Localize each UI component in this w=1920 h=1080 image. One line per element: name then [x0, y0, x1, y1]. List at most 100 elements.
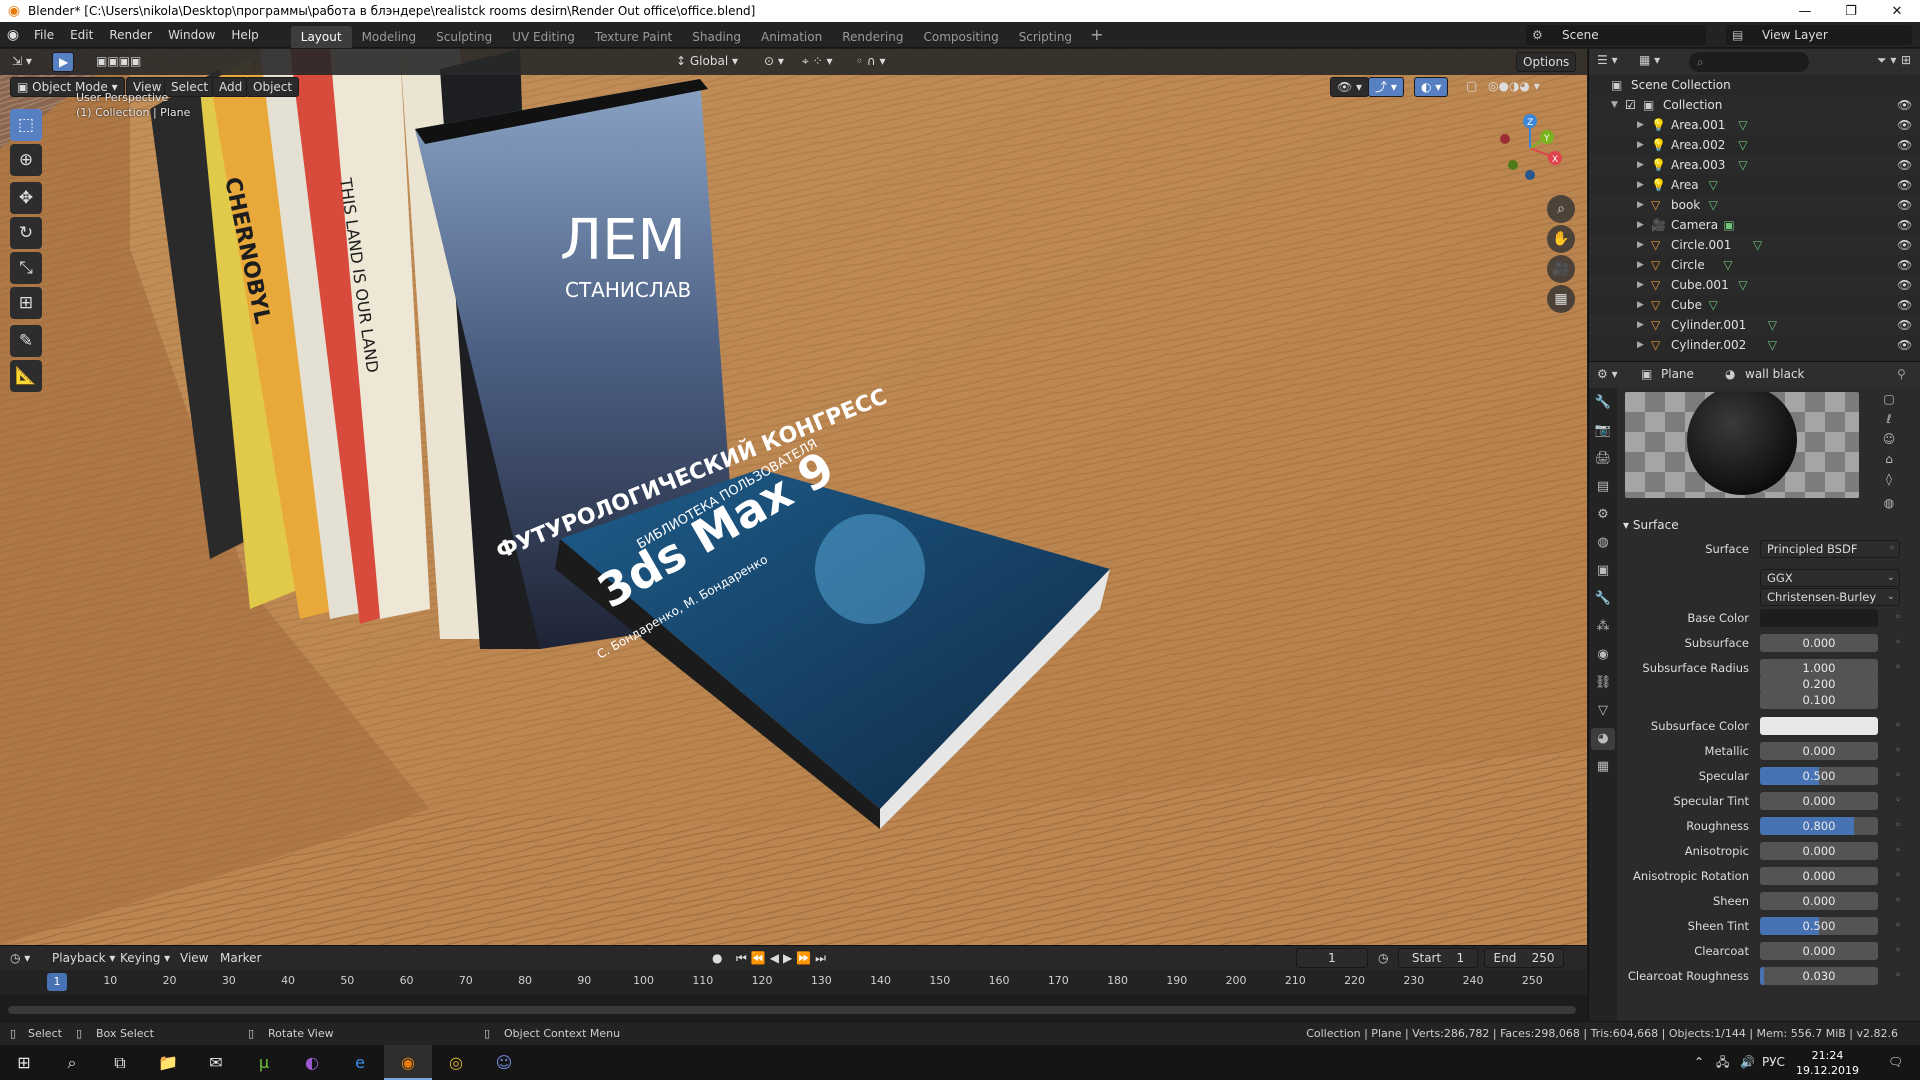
scene-tab-icon[interactable]: ⚙ [1591, 504, 1615, 526]
expand-arrow-icon[interactable]: ▶ [1637, 295, 1644, 315]
preview-world-icon[interactable]: ◍ [1865, 496, 1913, 514]
data-tab-icon[interactable]: ▽ [1591, 700, 1615, 722]
view-layer-selector[interactable]: ▤ View Layer [1726, 25, 1912, 45]
keyframe-dot-icon[interactable]: ◦ [1895, 895, 1901, 906]
expand-arrow-icon[interactable]: ▶ [1637, 275, 1644, 295]
menu-select[interactable]: Select [164, 77, 216, 97]
modifier-tab-icon[interactable]: 🔧 [1591, 588, 1615, 610]
workspace-tab-shading[interactable]: Shading [682, 26, 751, 48]
menu-file[interactable]: File [26, 22, 62, 48]
annotate-tool-icon[interactable]: ✎ [10, 325, 42, 357]
move-tool-icon[interactable]: ✥ [10, 182, 42, 214]
material-tab-icon[interactable]: ◕ [1591, 728, 1615, 750]
preview-cloth-icon[interactable]: ⌂ [1865, 452, 1913, 470]
menu-edit[interactable]: Edit [62, 22, 101, 48]
expand-arrow-icon[interactable]: ▶ [1637, 235, 1644, 255]
eye-icon[interactable]: 👁 [1897, 255, 1912, 275]
blender-menu-icon[interactable]: ◉ [0, 27, 26, 43]
overlays-toggle-icon[interactable]: ◐ ▾ [1414, 77, 1449, 97]
value-slider[interactable]: 0.500 [1760, 767, 1878, 785]
preview-flat-icon[interactable]: ▢ [1865, 392, 1913, 410]
maximize-button[interactable]: ❐ [1828, 4, 1874, 19]
keyframe-dot-icon[interactable]: ◦ [1895, 770, 1901, 781]
eye-icon[interactable]: 👁 [1897, 175, 1912, 195]
menu-marker[interactable]: Marker [220, 946, 261, 970]
keyframe-dot-icon[interactable]: ◦ [1895, 820, 1901, 831]
menu-render[interactable]: Render [101, 22, 160, 48]
output-tab-icon[interactable]: 🖨 [1591, 448, 1615, 470]
outliner-object-row[interactable]: ▶ ▽ Circle ▽ 👁 [1589, 255, 1920, 275]
pin-icon[interactable]: ⚲ [1897, 367, 1906, 381]
cursor-tool-icon[interactable]: ⊕ [10, 144, 42, 176]
workspace-tab-layout[interactable]: Layout [290, 25, 352, 48]
keyframe-dot-icon[interactable]: ◦ [1895, 845, 1901, 856]
value-slider[interactable]: 0.100 [1760, 691, 1878, 709]
outliner-collection[interactable]: ▼ ☑ ▣ Collection 👁 [1589, 95, 1920, 115]
edge-browser-icon[interactable]: e [336, 1045, 384, 1080]
current-frame-field[interactable]: 1 [1296, 948, 1368, 968]
outliner-object-row[interactable]: ▶ ▽ book ▽ 👁 [1589, 195, 1920, 215]
color-swatch[interactable] [1760, 717, 1878, 735]
menu-keying[interactable]: Keying ▾ [120, 946, 170, 970]
workspace-tab-compositing[interactable]: Compositing [913, 26, 1008, 48]
keyframe-dot-icon[interactable]: ◦ [1895, 945, 1901, 956]
taskbar-clock[interactable]: 21:24 19.12.2019 [1796, 1048, 1859, 1078]
select-mode-icon[interactable]: ▶ [52, 52, 74, 72]
keyframe-dot-icon[interactable]: ◦ [1895, 612, 1901, 623]
scale-tool-icon[interactable]: ⤡ [10, 252, 42, 284]
filter-icon[interactable]: ⏷ ▾ [1877, 53, 1896, 68]
menu-timeline-view[interactable]: View [180, 946, 208, 970]
workspace-tab-texture-paint[interactable]: Texture Paint [585, 26, 682, 48]
minimize-button[interactable]: — [1782, 4, 1828, 19]
pivot-icon[interactable]: ⊙ ▾ [758, 52, 790, 72]
particles-tab-icon[interactable]: ⁂ [1591, 616, 1615, 638]
eye-icon[interactable]: 👁 [1897, 195, 1912, 215]
windows-start-icon[interactable]: ⊞ [0, 1045, 48, 1080]
collection-expand-icon[interactable]: ▼ [1611, 95, 1618, 115]
current-frame-indicator[interactable]: 1 [47, 973, 67, 991]
keyframe-dot-icon[interactable]: ◦ [1895, 720, 1901, 731]
subsurface-method-dropdown[interactable]: Christensen-Burley ⌄ [1760, 588, 1900, 606]
options-button[interactable]: Options [1516, 52, 1577, 72]
menu-window[interactable]: Window [160, 22, 223, 48]
outliner-object-row[interactable]: ▶ 🎥 Camera ▣ 👁 [1589, 215, 1920, 235]
render-tab-icon[interactable]: 📷 [1591, 420, 1615, 442]
value-slider[interactable]: 0.000 [1760, 942, 1878, 960]
timeline-scrollbar[interactable] [8, 1006, 1576, 1014]
search-icon[interactable]: ⌕ [48, 1045, 96, 1080]
value-slider[interactable]: 0.800 [1760, 817, 1878, 835]
outliner-object-row[interactable]: ▶ ▽ Cube ▽ 👁 [1589, 295, 1920, 315]
eye-icon[interactable]: 👁 [1897, 215, 1912, 235]
keyframe-dot-icon[interactable]: ◦ [1895, 920, 1901, 931]
eye-icon[interactable]: 👁 [1897, 235, 1912, 255]
mail-icon[interactable]: ✉ [192, 1045, 240, 1080]
transform-orientation[interactable]: ↕ Global ▾ [670, 52, 744, 72]
measure-tool-icon[interactable]: 📐 [10, 360, 42, 392]
preview-hair-icon[interactable]: ℓ [1865, 412, 1913, 430]
expand-arrow-icon[interactable]: ▶ [1637, 195, 1644, 215]
utorrent-icon[interactable]: µ [240, 1045, 288, 1080]
frame-ruler[interactable]: 1 10 20 30 40 50 60 70 80 90 100 110 120 130 140 150 160… [0, 970, 1587, 994]
xray-icon[interactable]: ▢ [1460, 77, 1483, 97]
preview-range-icon[interactable]: ◷ [1378, 946, 1388, 970]
selection-modes-icon[interactable]: ▣▣▣▣ [90, 52, 147, 72]
media-player-icon[interactable]: ◐ [288, 1045, 336, 1080]
outliner-scene-collection[interactable]: ▣ Scene Collection [1589, 75, 1920, 95]
eye-icon[interactable]: 👁 [1897, 275, 1912, 295]
value-slider[interactable]: 0.030 [1760, 967, 1878, 985]
chrome-icon[interactable]: ◎ [432, 1045, 480, 1080]
texture-tab-icon[interactable]: ▦ [1591, 756, 1615, 778]
volume-icon[interactable]: 🔊 [1740, 1045, 1755, 1080]
discord-icon[interactable]: ☺ [480, 1045, 528, 1080]
close-button[interactable]: ✕ [1874, 4, 1920, 19]
outliner-object-row[interactable]: ▶ ▽ Circle.001 ▽ 👁 [1589, 235, 1920, 255]
snap-icon[interactable]: ⌖ ⁘ ▾ [796, 52, 838, 72]
task-view-icon[interactable]: ⧉ [96, 1045, 144, 1080]
eye-icon[interactable]: 👁 [1897, 295, 1912, 315]
properties-editor-type-icon[interactable]: ⚙ ▾ [1597, 367, 1618, 381]
ortho-grid-icon[interactable]: ▦ [1547, 285, 1575, 313]
menu-help[interactable]: Help [223, 22, 266, 48]
transform-tool-icon[interactable]: ⊞ [10, 287, 42, 319]
workspace-tab-modeling[interactable]: Modeling [352, 26, 427, 48]
workspace-tab-scripting[interactable]: Scripting [1009, 26, 1082, 48]
